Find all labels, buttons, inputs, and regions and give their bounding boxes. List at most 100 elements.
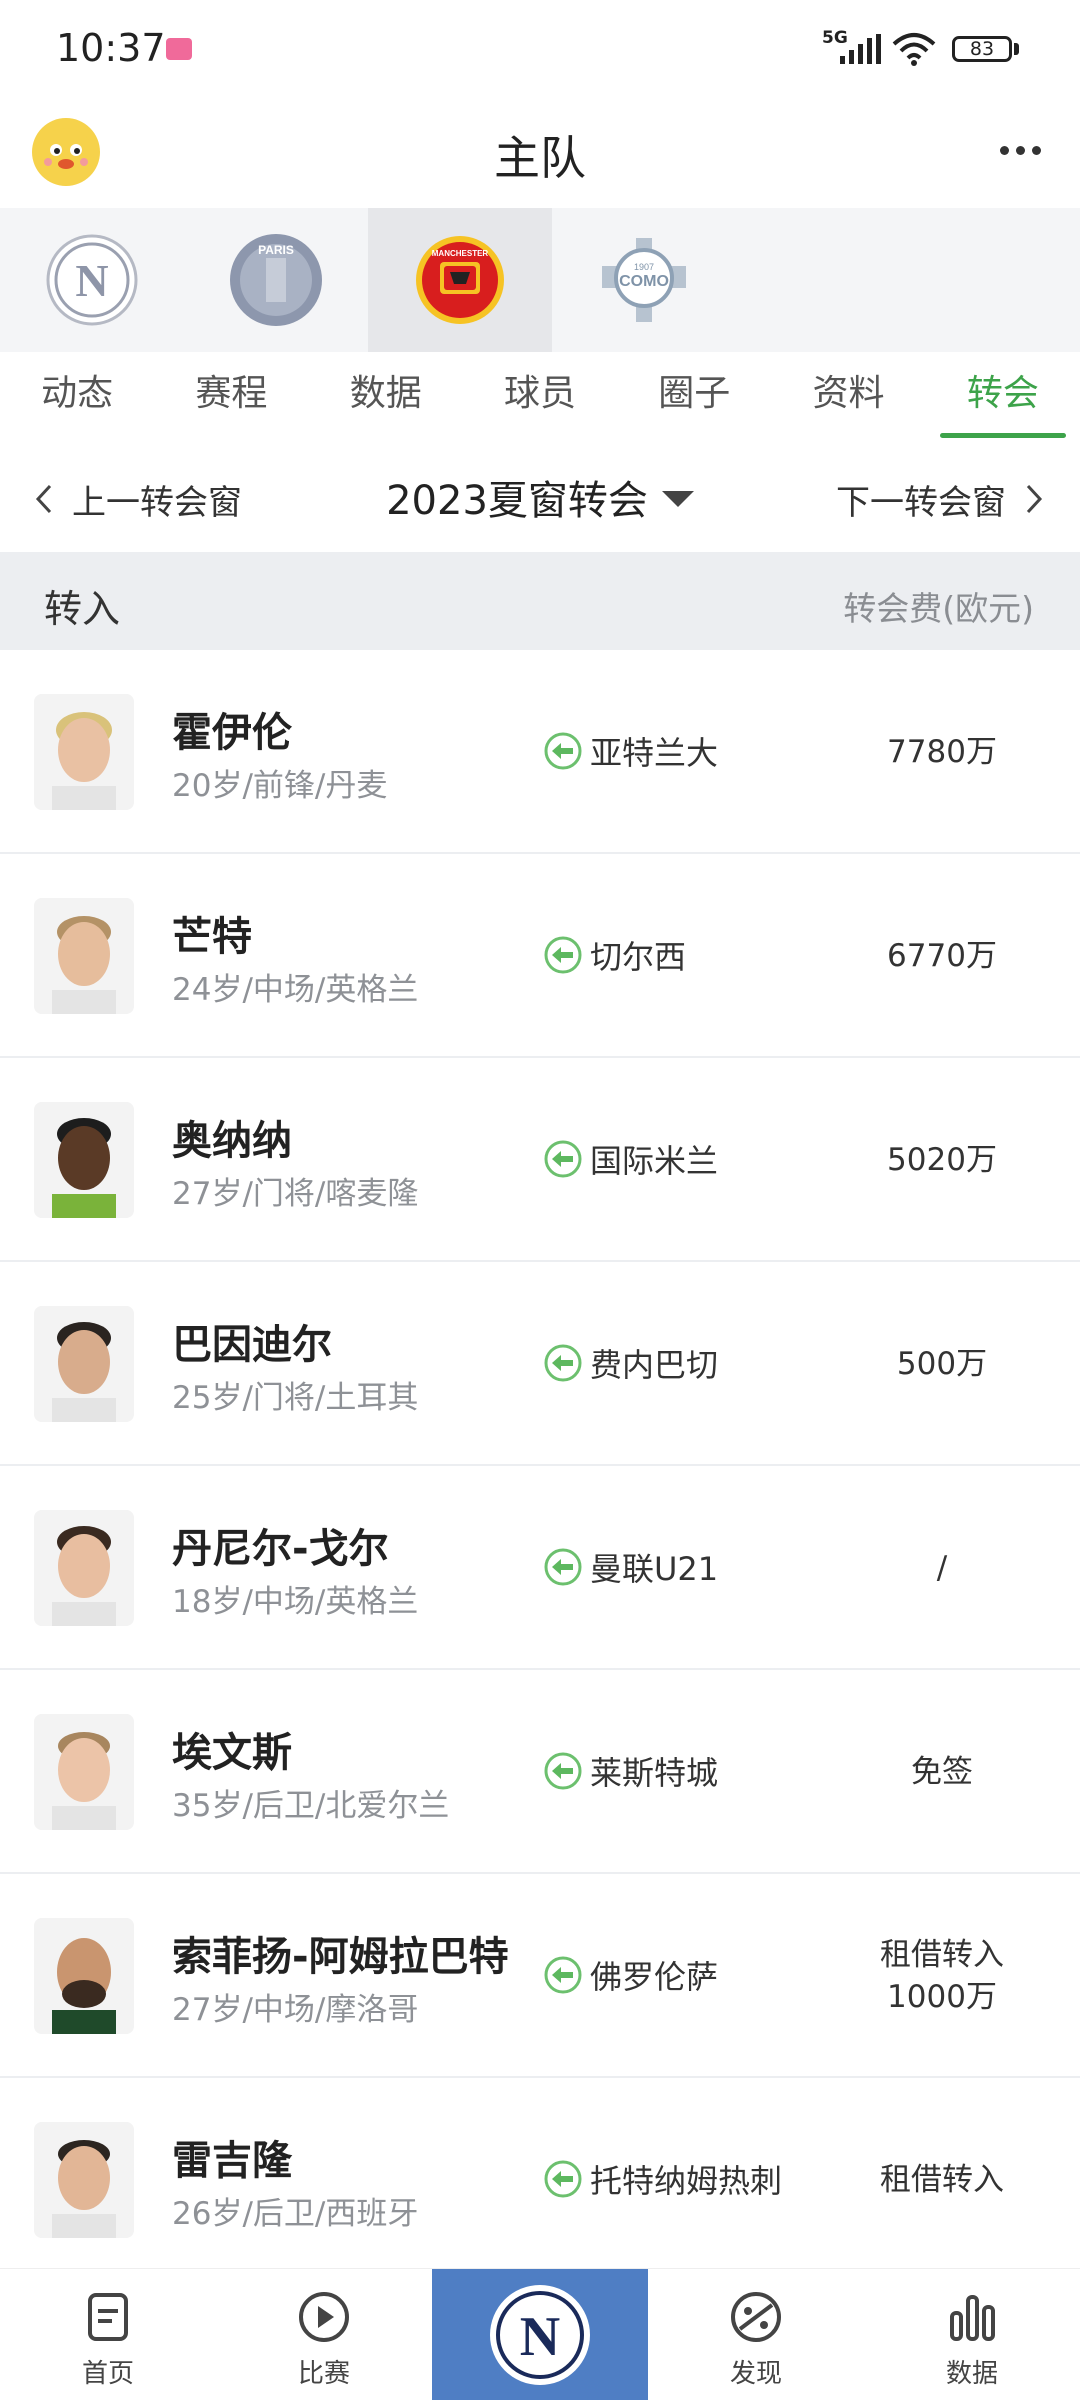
player-name: 丹尼尔-戈尔 [172, 1526, 389, 1572]
fee-value: 租借转入 [880, 2162, 1004, 2198]
from-club: 佛罗伦萨 [544, 1952, 718, 1998]
player-photo [34, 1306, 134, 1422]
player-meta: 18岁/中场/英格兰 [172, 1584, 419, 1620]
player-photo [34, 1918, 134, 2034]
top-header: 主队 [0, 100, 1080, 208]
player-meta: 27岁/中场/摩洛哥 [172, 1992, 419, 2028]
wifi-icon [892, 33, 936, 66]
from-club-name: 亚特兰大 [590, 734, 719, 772]
transfer-in-arrow-icon [544, 1956, 582, 1994]
transfer-row[interactable]: 奥纳纳 27岁/门将/喀麦隆 国际米兰 5020万 [0, 1058, 1080, 1262]
notification-app-icon [166, 38, 192, 60]
tab-players[interactable]: 球员 [463, 352, 617, 444]
fee-value: 租借转入 [880, 1937, 1004, 1973]
nav-home[interactable]: 首页 [0, 2269, 216, 2400]
window-title: 2023夏窗转会 [386, 478, 648, 524]
player-photo [34, 694, 134, 810]
chevron-right-icon [1026, 484, 1043, 514]
nav-stats-label: 数据 [945, 2359, 998, 2389]
nav-team-home[interactable]: N [432, 2269, 648, 2400]
transfer-in-arrow-icon [544, 1344, 582, 1382]
fee-column-header: 转会费(欧元) [843, 589, 1034, 628]
svg-text:COMO: COMO [619, 273, 669, 290]
from-club: 切尔西 [544, 932, 686, 978]
discover-icon [731, 2292, 781, 2342]
player-photo [34, 1714, 134, 1830]
player-photo [34, 1510, 134, 1626]
svg-text:1907: 1907 [634, 262, 654, 272]
from-club-name: 托特纳姆热刺 [590, 2162, 783, 2200]
from-club-name: 莱斯特城 [590, 1754, 719, 1792]
transfer-fee: / [830, 1466, 1054, 1670]
player-meta: 26岁/后卫/西班牙 [172, 2196, 419, 2232]
player-meta: 27岁/门将/喀麦隆 [172, 1176, 419, 1212]
fee-value: 500万 [896, 1346, 988, 1382]
from-club: 亚特兰大 [544, 728, 718, 774]
transfer-in-arrow-icon [544, 732, 582, 770]
player-photo [34, 1102, 134, 1218]
team-item-psg[interactable]: PARIS [184, 208, 368, 352]
transfer-fee: 免签 [830, 1670, 1054, 1874]
player-photo [34, 2122, 134, 2238]
nav-home-label: 首页 [81, 2359, 134, 2389]
section-tabs: 动态 赛程 数据 球员 圈子 资料 转会 [0, 352, 1080, 444]
player-name: 雷吉隆 [172, 2138, 292, 2184]
tab-schedule[interactable]: 赛程 [154, 352, 308, 444]
fee-value: 7780万 [887, 734, 997, 770]
player-name: 索菲扬-阿姆拉巴特 [172, 1934, 509, 1980]
transfer-in-arrow-icon [544, 936, 582, 974]
from-club: 托特纳姆热刺 [544, 2156, 782, 2202]
next-window-button[interactable]: 下一转会窗 [836, 474, 1048, 524]
nav-matches-label: 比赛 [297, 2359, 350, 2389]
team-item-manchester-united[interactable]: MANCHESTER [368, 208, 552, 352]
from-club-name: 切尔西 [590, 938, 687, 976]
como-logo: 1907 COMO [602, 238, 686, 322]
status-bar: 10:37 5G 83 [0, 0, 1080, 100]
transfer-window-nav: 上一转会窗 2023夏窗转会 下一转会窗 [0, 444, 1080, 552]
from-club: 曼联U21 [544, 1544, 718, 1590]
dot-icon [999, 145, 1009, 155]
tab-news[interactable]: 动态 [0, 352, 154, 444]
transfer-row[interactable]: 雷吉隆 26岁/后卫/西班牙 托特纳姆热刺 租借转入 [0, 2078, 1080, 2282]
transfer-in-arrow-icon [544, 1140, 582, 1178]
tab-community[interactable]: 圈子 [617, 352, 771, 444]
battery-tip [1014, 43, 1019, 55]
nav-discover[interactable]: 发现 [648, 2269, 864, 2400]
from-club: 莱斯特城 [544, 1748, 718, 1794]
player-name: 奥纳纳 [172, 1118, 292, 1164]
from-club-name: 费内巴切 [590, 1346, 719, 1384]
psg-logo: PARIS [230, 234, 322, 326]
nav-stats[interactable]: 数据 [864, 2269, 1080, 2400]
napoli-logo: N [490, 2285, 590, 2385]
transfer-row[interactable]: 芒特 24岁/中场/英格兰 切尔西 6770万 [0, 854, 1080, 1058]
player-name: 巴因迪尔 [172, 1322, 332, 1368]
signal-icon [840, 34, 881, 64]
transfer-row[interactable]: 巴因迪尔 25岁/门将/土耳其 费内巴切 500万 [0, 1262, 1080, 1466]
transfer-row[interactable]: 丹尼尔-戈尔 18岁/中场/英格兰 曼联U21 / [0, 1466, 1080, 1670]
player-meta: 20岁/前锋/丹麦 [172, 768, 388, 804]
svg-text:N: N [520, 2306, 560, 2368]
tab-info[interactable]: 资料 [771, 352, 925, 444]
transfer-list: 霍伊伦 20岁/前锋/丹麦 亚特兰大 7780万 芒特 24岁/中场/英格兰 切… [0, 650, 1080, 2282]
bottom-navigation: 首页 比赛 N 发现 数据 [0, 2268, 1080, 2400]
tab-stats[interactable]: 数据 [309, 352, 463, 444]
caret-down-icon [661, 491, 694, 507]
team-item-napoli[interactable]: N [0, 208, 184, 352]
player-name: 芒特 [172, 914, 252, 960]
player-meta: 24岁/中场/英格兰 [172, 972, 419, 1008]
team-item-como[interactable]: 1907 COMO [552, 208, 736, 352]
home-doc-icon [88, 2293, 128, 2341]
nav-discover-label: 发现 [729, 2359, 782, 2389]
nav-matches[interactable]: 比赛 [216, 2269, 432, 2400]
tab-transfers[interactable]: 转会 [926, 352, 1080, 444]
manchester-united-logo: MANCHESTER [416, 236, 504, 324]
transfer-row[interactable]: 埃文斯 35岁/后卫/北爱尔兰 莱斯特城 免签 [0, 1670, 1080, 1874]
more-options-button[interactable] [988, 124, 1052, 176]
transfer-row[interactable]: 索菲扬-阿姆拉巴特 27岁/中场/摩洛哥 佛罗伦萨 租借转入 1000万 [0, 1874, 1080, 2078]
fee-value: 5020万 [887, 1142, 997, 1178]
play-icon [299, 2292, 349, 2342]
battery-icon: 83 [952, 36, 1012, 62]
transfer-fee: 5020万 [830, 1058, 1054, 1262]
transfer-in-arrow-icon [544, 1752, 582, 1790]
transfer-row[interactable]: 霍伊伦 20岁/前锋/丹麦 亚特兰大 7780万 [0, 650, 1080, 854]
